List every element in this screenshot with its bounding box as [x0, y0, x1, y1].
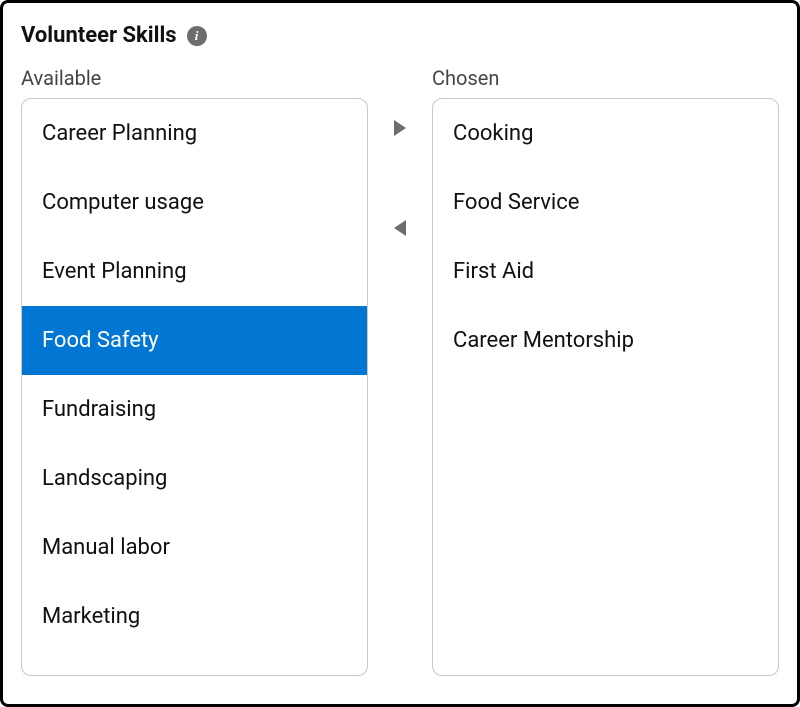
available-item[interactable]: Event Planning [22, 237, 367, 306]
header: Volunteer Skills i [21, 23, 779, 48]
available-item[interactable]: Food Safety [22, 306, 367, 375]
available-item[interactable]: Manual labor [22, 513, 367, 582]
section-title: Volunteer Skills [21, 23, 177, 48]
available-item[interactable]: Computer usage [22, 168, 367, 237]
move-right-button[interactable] [386, 114, 414, 142]
chosen-item[interactable]: Food Service [433, 168, 778, 237]
chosen-item[interactable]: Cooking [433, 99, 778, 168]
chosen-label: Chosen [432, 66, 779, 90]
chevron-right-icon [391, 118, 409, 138]
available-item[interactable]: Fundraising [22, 375, 367, 444]
chosen-item[interactable]: First Aid [433, 237, 778, 306]
dual-listbox: Available Career PlanningComputer usageE… [21, 66, 779, 676]
chosen-column: Chosen CookingFood ServiceFirst AidCaree… [432, 66, 779, 676]
volunteer-skills-picklist: Volunteer Skills i Available Career Plan… [0, 0, 800, 707]
chevron-left-icon [391, 218, 409, 238]
available-label: Available [21, 66, 368, 90]
move-left-button[interactable] [386, 214, 414, 242]
available-item[interactable]: Career Planning [22, 99, 367, 168]
available-column: Available Career PlanningComputer usageE… [21, 66, 368, 676]
info-icon[interactable]: i [187, 26, 207, 46]
available-listbox[interactable]: Career PlanningComputer usageEvent Plann… [21, 98, 368, 676]
transfer-buttons [376, 66, 424, 242]
chosen-listbox[interactable]: CookingFood ServiceFirst AidCareer Mento… [432, 98, 779, 676]
chosen-item[interactable]: Career Mentorship [433, 306, 778, 375]
available-item[interactable]: Landscaping [22, 444, 367, 513]
available-item[interactable]: Marketing [22, 582, 367, 651]
